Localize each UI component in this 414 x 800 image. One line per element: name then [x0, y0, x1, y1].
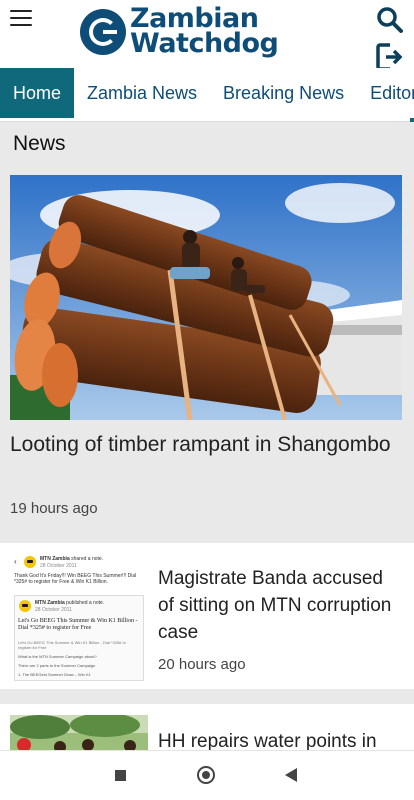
thumb-inner-name: MTN Zambia [35, 600, 65, 606]
logo-line-2: Watchdog [130, 28, 279, 59]
recents-square-icon[interactable] [115, 770, 126, 781]
site-logo[interactable]: Zambian Watchdog [80, 4, 279, 60]
home-circle-icon[interactable] [197, 766, 215, 784]
featured-article[interactable]: Looting of timber rampant in Shangombo 1… [0, 164, 414, 534]
thumb-inner-item: 1. The BEEGest Summer Draw – Win K1 [18, 672, 91, 677]
thumb-page-name: MTN Zambia [40, 556, 70, 562]
thumb-inner-q: What is the MTN Summer Campaign about? [18, 654, 97, 659]
search-icon[interactable] [376, 6, 404, 34]
mtn-logo-icon [19, 600, 31, 612]
featured-article-image[interactable] [10, 175, 402, 420]
category-tabs: Home Zambia News Breaking News Editor's [0, 68, 414, 122]
thumb-action: shared a note. [71, 556, 104, 562]
logo-text: Zambian Watchdog [130, 5, 279, 59]
article-card[interactable]: ‹ MTN Zambia shared a note. 28 October 2… [0, 543, 414, 689]
section-title: News [0, 125, 414, 163]
tab-zambia-news[interactable]: Zambia News [74, 68, 210, 118]
thumb-post-text: Thank God It's Friday!!! Win BEEG This S… [14, 573, 137, 585]
hamburger-menu-icon[interactable] [10, 10, 32, 28]
featured-article-title[interactable]: Looting of timber rampant in Shangombo [10, 430, 400, 460]
app-header: Zambian Watchdog [0, 0, 414, 71]
thumb-inner-action: published a note. [66, 600, 105, 606]
thumb-inner-date: 28 October 2011 [35, 607, 72, 613]
tab-scroll-indicator [410, 118, 414, 122]
logo-mark-icon [80, 9, 126, 55]
article-thumbnail[interactable]: ‹ MTN Zambia shared a note. 28 October 2… [10, 551, 148, 681]
tab-home[interactable]: Home [0, 68, 75, 118]
thumb-inner-head: Let's Go BEEG This Summer & Win K1 Billi… [18, 618, 138, 631]
back-triangle-icon[interactable] [285, 768, 297, 782]
back-arrow-icon: ‹ [14, 557, 17, 566]
featured-article-time: 19 hours ago [10, 500, 98, 517]
tab-editors[interactable]: Editor's [357, 68, 414, 118]
thumb-inner-sub: Let's Go BEEG This Summer & Win K1 Billi… [18, 640, 126, 650]
facebook-post-screenshot: ‹ MTN Zambia shared a note. 28 October 2… [10, 551, 148, 681]
thumb-inner-parts: There are 2 parts to the Summer Campaign [18, 663, 96, 668]
system-navigation-bar [0, 750, 414, 800]
article-time: 20 hours ago [158, 656, 246, 673]
thumb-date: 28 October 2011 [40, 563, 77, 569]
thumb-note-box: MTN Zambia published a note. 28 October … [14, 595, 144, 681]
mtn-logo-icon [24, 556, 36, 568]
tab-breaking-news[interactable]: Breaking News [210, 68, 357, 118]
app-screen: Zambian Watchdog Home Zambia News Breaki… [0, 0, 414, 800]
article-title[interactable]: Magistrate Banda accused of sitting on M… [158, 565, 403, 646]
